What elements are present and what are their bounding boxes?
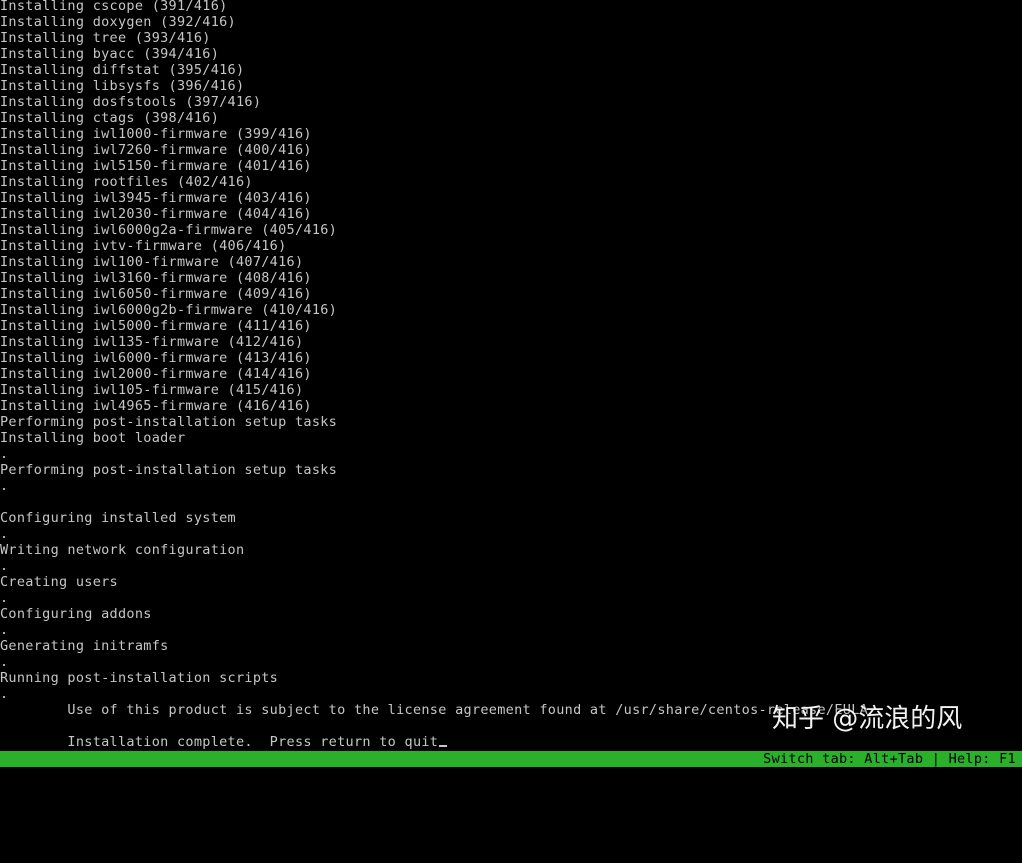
terminal-line: Configuring installed system <box>0 510 236 526</box>
terminal-line: Installing iwl105-firmware (415/416) <box>0 382 304 398</box>
watermark: 知乎 @流浪的风 <box>772 704 963 734</box>
terminal-line: Installing iwl1000-firmware (399/416) <box>0 126 312 142</box>
terminal-line: Installing boot loader <box>0 430 186 446</box>
terminal-line: Installing cscope (391/416) <box>0 0 228 14</box>
terminal-line: Installing byacc (394/416) <box>0 46 220 62</box>
terminal-line: Configuring addons <box>0 606 152 622</box>
terminal-line: . <box>0 654 9 670</box>
terminal-line: Installing iwl135-firmware (412/416) <box>0 334 304 350</box>
terminal-line: Installing iwl3945-firmware (403/416) <box>0 190 312 206</box>
text-cursor <box>439 745 448 747</box>
tab-storage-log[interactable]: 4:storage-log <box>34 815 152 831</box>
tab-main[interactable]: [anaconda] 1:main* <box>34 767 186 783</box>
terminal-line: Running post-installation scripts <box>0 670 279 686</box>
terminal-line: . <box>0 558 9 574</box>
terminal-line: Installing libsysfs (396/416) <box>0 78 245 94</box>
terminal-line: Performing post-installation setup tasks <box>0 462 338 478</box>
terminal-line: Installing iwl4965-firmware (416/416) <box>0 398 312 414</box>
terminal-line: Installing dosfstools (397/416) <box>0 94 262 110</box>
terminal-line: Installing iwl6000g2b-firmware (410/416) <box>0 302 338 318</box>
terminal-line: Performing post-installation setup tasks <box>0 414 338 430</box>
terminal-line: Installing iwl6050-firmware (409/416) <box>0 286 312 302</box>
terminal-line: Installing doxygen (392/416) <box>0 14 236 30</box>
terminal-line: . <box>0 686 9 702</box>
tab-list: [anaconda] 1:main* 2:shell 3:log 4:stora… <box>0 751 185 863</box>
terminal-line: Installing iwl3160-firmware (408/416) <box>0 270 312 286</box>
terminal-line: . <box>0 526 9 542</box>
terminal-line: Installing iwl2000-firmware (414/416) <box>0 366 312 382</box>
terminal-line: Installing iwl100-firmware (407/416) <box>0 254 304 270</box>
terminal-line: Installing iwl6000-firmware (413/416) <box>0 350 312 366</box>
tmux-status-bar: [anaconda] 1:main* 2:shell 3:log 4:stora… <box>0 751 1022 847</box>
terminal-line: Use of this product is subject to the li… <box>0 702 869 718</box>
terminal-line: Installing iwl6000g2a-firmware (405/416) <box>0 222 338 238</box>
terminal-line: . <box>0 478 9 494</box>
terminal-line: . <box>0 590 9 606</box>
terminal-line: Installing iwl5000-firmware (411/416) <box>0 318 312 334</box>
terminal-line: Installing iwl5150-firmware (401/416) <box>0 158 312 174</box>
terminal-line: Installing iwl7260-firmware (400/416) <box>0 142 312 158</box>
terminal-line: Installing tree (393/416) <box>0 30 211 46</box>
terminal-line: Installing iwl2030-firmware (404/416) <box>0 206 312 222</box>
terminal-line: Creating users <box>0 574 118 590</box>
terminal-line: Installing diffstat (395/416) <box>0 62 245 78</box>
terminal-line: . <box>0 446 9 462</box>
tab-log[interactable]: 3:log <box>34 799 85 815</box>
terminal-line: Generating initramfs <box>0 638 169 654</box>
terminal-line: Installing ctags (398/416) <box>0 110 220 126</box>
terminal-line: Installation complete. Press return to q… <box>0 734 448 750</box>
terminal-line: Writing network configuration <box>0 542 245 558</box>
terminal-line: . <box>0 622 9 638</box>
terminal-output[interactable]: Installing cscope (391/416) Installing do… <box>0 0 1022 751</box>
terminal-line: Installing rootfiles (402/416) <box>0 174 253 190</box>
tab-program-log[interactable]: 5:program-log <box>34 831 144 847</box>
tab-shell[interactable]: 2:shell <box>34 783 101 799</box>
terminal-line: Installing ivtv-firmware (406/416) <box>0 238 287 254</box>
help-hint: Switch tab: Alt+Tab | Help: F1 <box>763 751 1016 767</box>
